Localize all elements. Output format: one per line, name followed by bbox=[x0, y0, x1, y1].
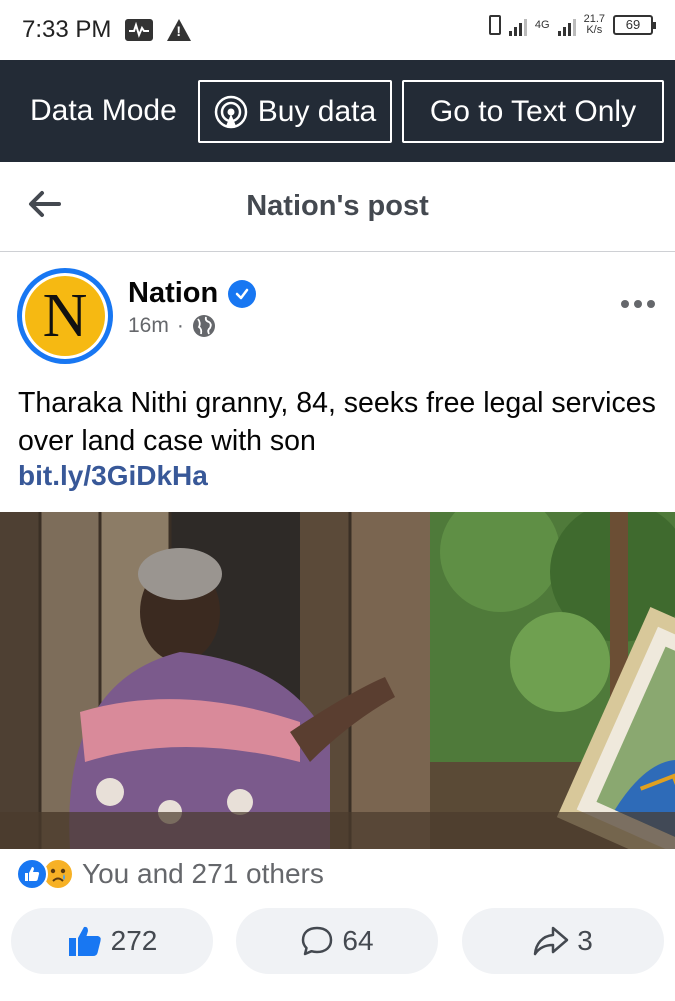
vibrate-icon bbox=[488, 15, 501, 35]
post-text: Tharaka Nithi granny, 84, seeks free leg… bbox=[18, 387, 656, 457]
page-name[interactable]: Nation bbox=[128, 277, 218, 310]
meta-separator: · bbox=[176, 314, 184, 337]
activity-icon bbox=[125, 19, 154, 41]
buy-data-button[interactable]: Buy data bbox=[198, 80, 392, 143]
signal-icon-2 bbox=[557, 14, 576, 36]
comment-count: 64 bbox=[342, 925, 374, 956]
photo-illustration bbox=[0, 512, 675, 849]
like-count: 272 bbox=[110, 925, 158, 956]
warning-icon bbox=[167, 19, 192, 41]
share-icon bbox=[533, 926, 569, 956]
page-title: Nation's post bbox=[246, 190, 429, 222]
buy-data-label: Buy data bbox=[257, 94, 377, 128]
page-header: Nation's post bbox=[0, 162, 675, 252]
share-count: 3 bbox=[577, 925, 593, 956]
reactions-summary[interactable]: You and 271 others bbox=[16, 858, 324, 890]
comment-icon bbox=[302, 926, 333, 956]
like-icon bbox=[16, 858, 48, 890]
status-time: 7:33 PM bbox=[22, 16, 112, 43]
reactions-text: You and 271 others bbox=[82, 858, 324, 889]
battery-icon: 69 bbox=[613, 15, 656, 35]
verified-badge-icon bbox=[228, 279, 257, 308]
signal-icon bbox=[508, 14, 527, 36]
like-button[interactable]: 272 bbox=[11, 908, 213, 974]
hotspot-icon bbox=[214, 95, 248, 128]
post-photo[interactable] bbox=[0, 512, 675, 849]
thumbs-up-icon bbox=[68, 926, 101, 956]
text-only-button[interactable]: Go to Text Only bbox=[402, 80, 664, 143]
more-dots-icon[interactable] bbox=[621, 300, 655, 308]
post-meta: 16m · bbox=[128, 314, 216, 338]
avatar-letter: N bbox=[25, 276, 105, 356]
globe-icon bbox=[192, 315, 215, 337]
network-speed: 21.7 K/s bbox=[583, 13, 605, 36]
share-button[interactable]: 3 bbox=[462, 908, 664, 974]
comment-button[interactable]: 64 bbox=[236, 908, 438, 974]
post-link[interactable]: bit.ly/3GiDkHa bbox=[18, 460, 208, 492]
data-mode-bar: Data Mode Buy data Go to Text Only bbox=[0, 60, 675, 162]
status-bar: 7:33 PM 4G 21.7 K/s 69 bbox=[0, 0, 675, 60]
text-only-label: Go to Text Only bbox=[429, 94, 637, 128]
post-time[interactable]: 16m bbox=[128, 314, 169, 338]
network-type: 4G bbox=[534, 18, 550, 31]
data-mode-label: Data Mode bbox=[30, 94, 177, 127]
avatar[interactable]: N bbox=[17, 268, 113, 364]
